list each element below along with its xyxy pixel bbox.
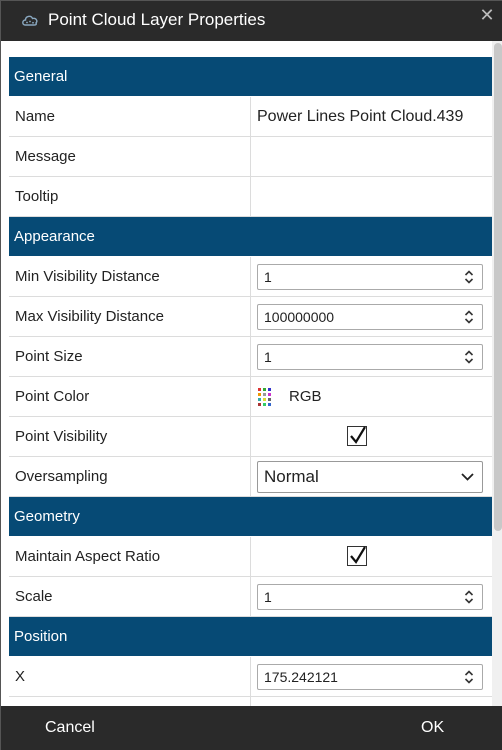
max-visibility-input[interactable]: 100000000 — [257, 303, 483, 330]
x-cell: 175.242121 — [251, 657, 493, 696]
max-visibility-label: Max Visibility Distance — [9, 297, 251, 336]
aspect-ratio-cell — [251, 537, 493, 576]
property-row-message: Message — [9, 137, 493, 177]
point-size-label: Point Size — [9, 337, 251, 376]
message-value[interactable] — [251, 137, 493, 176]
property-row-partial — [9, 697, 493, 706]
properties-dialog: Point Cloud Layer Properties ✕ General N… — [0, 0, 502, 750]
section-general[interactable]: General — [9, 57, 493, 97]
aspect-ratio-label: Maintain Aspect Ratio — [9, 537, 251, 576]
point-cloud-icon — [22, 15, 38, 26]
property-row-name: Name Power Lines Point Cloud.439 — [9, 97, 493, 137]
point-visibility-cell — [251, 417, 493, 456]
property-grid: General Name Power Lines Point Cloud.439… — [9, 57, 493, 706]
property-row-min-visibility: Min Visibility Distance 1 — [9, 257, 493, 297]
message-label: Message — [9, 137, 251, 176]
close-button[interactable]: ✕ — [476, 4, 498, 26]
property-row-x: X 175.242121 — [9, 657, 493, 697]
title-bar: Point Cloud Layer Properties ✕ — [1, 1, 502, 41]
chevron-down-icon — [461, 472, 474, 481]
name-value[interactable]: Power Lines Point Cloud.439 — [257, 108, 463, 126]
ok-button[interactable]: OK — [421, 719, 444, 737]
max-visibility-value: 100000000 — [264, 308, 335, 325]
point-color-cell[interactable]: RGB — [251, 377, 493, 416]
aspect-ratio-checkbox[interactable] — [347, 546, 367, 566]
dialog-footer: Cancel OK — [1, 706, 502, 750]
point-size-input[interactable]: 1 — [257, 343, 483, 370]
scale-cell: 1 — [251, 577, 493, 616]
oversampling-label: Oversampling — [9, 457, 251, 496]
name-label: Name — [9, 97, 251, 136]
property-row-point-size: Point Size 1 — [9, 337, 493, 377]
partial-value — [251, 697, 493, 706]
point-size-cell: 1 — [251, 337, 493, 376]
scale-value: 1 — [264, 588, 272, 605]
property-row-point-color: Point Color RGB — [9, 377, 493, 417]
dialog-title: Point Cloud Layer Properties — [48, 10, 266, 29]
point-size-value: 1 — [264, 348, 272, 365]
cancel-button[interactable]: Cancel — [45, 719, 95, 737]
min-visibility-label: Min Visibility Distance — [9, 257, 251, 296]
point-visibility-checkbox[interactable] — [347, 426, 367, 446]
section-geometry[interactable]: Geometry — [9, 497, 493, 537]
properties-panel: General Name Power Lines Point Cloud.439… — [1, 41, 502, 706]
spinner-arrows-icon[interactable] — [464, 589, 474, 605]
name-value-cell[interactable]: Power Lines Point Cloud.439 — [251, 97, 493, 136]
property-row-aspect-ratio: Maintain Aspect Ratio — [9, 537, 493, 577]
spinner-arrows-icon[interactable] — [464, 309, 474, 325]
point-visibility-label: Point Visibility — [9, 417, 251, 456]
scrollbar-thumb[interactable] — [494, 43, 502, 531]
property-row-tooltip: Tooltip — [9, 177, 493, 217]
property-row-scale: Scale 1 — [9, 577, 493, 617]
rgb-color-icon[interactable] — [257, 387, 277, 407]
x-value: 175.242121 — [264, 668, 338, 685]
scale-label: Scale — [9, 577, 251, 616]
property-row-max-visibility: Max Visibility Distance 100000000 — [9, 297, 493, 337]
spinner-arrows-icon[interactable] — [464, 349, 474, 365]
property-row-point-visibility: Point Visibility — [9, 417, 493, 457]
tooltip-value[interactable] — [251, 177, 493, 216]
tooltip-label: Tooltip — [9, 177, 251, 216]
section-appearance[interactable]: Appearance — [9, 217, 493, 257]
x-label: X — [9, 657, 251, 696]
max-visibility-cell: 100000000 — [251, 297, 493, 336]
scale-input[interactable]: 1 — [257, 583, 483, 610]
spinner-arrows-icon[interactable] — [464, 669, 474, 685]
point-color-value: RGB — [289, 388, 322, 405]
oversampling-select[interactable]: Normal — [257, 460, 483, 493]
x-input[interactable]: 175.242121 — [257, 663, 483, 690]
point-color-label: Point Color — [9, 377, 251, 416]
partial-label — [9, 697, 251, 706]
min-visibility-cell: 1 — [251, 257, 493, 296]
property-row-oversampling: Oversampling Normal — [9, 457, 493, 497]
checkmark-icon — [350, 546, 366, 564]
oversampling-value: Normal — [264, 466, 319, 486]
oversampling-cell: Normal — [251, 457, 493, 496]
spinner-arrows-icon[interactable] — [464, 269, 474, 285]
min-visibility-value: 1 — [264, 268, 272, 285]
section-position[interactable]: Position — [9, 617, 493, 657]
min-visibility-input[interactable]: 1 — [257, 263, 483, 290]
checkmark-icon — [350, 426, 366, 444]
